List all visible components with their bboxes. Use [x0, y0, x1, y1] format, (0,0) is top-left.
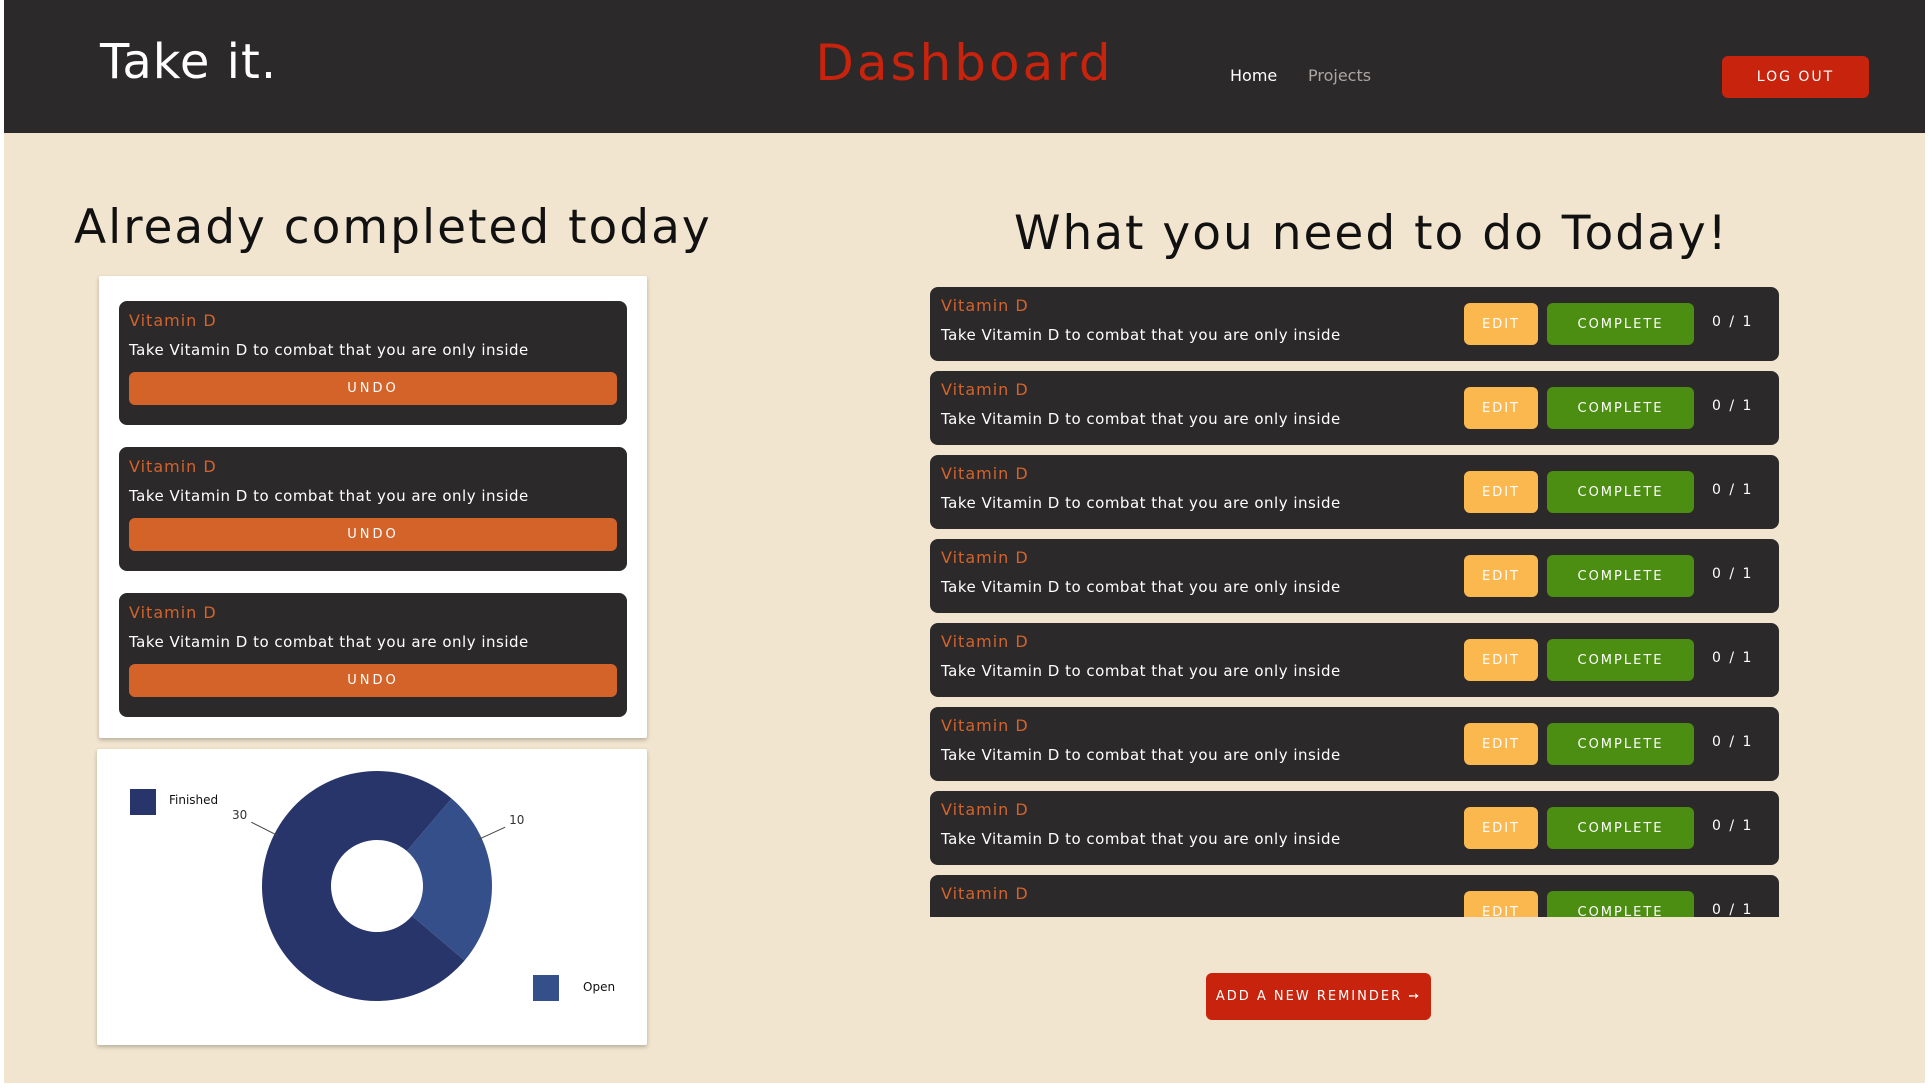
legend-swatch-finished	[130, 789, 156, 815]
reminder-row: Vitamin D Take Vitamin D to combat that …	[930, 287, 1779, 361]
complete-button[interactable]: COMPLETE	[1547, 639, 1694, 681]
reminder-description: Take Vitamin D to combat that you are on…	[941, 494, 1341, 512]
reminder-description: Take Vitamin D to combat that you are on…	[941, 746, 1341, 764]
reminder-progress: 0 / 1	[1712, 482, 1754, 498]
reminder-title: Vitamin D	[941, 884, 1029, 903]
reminder-progress: 0 / 1	[1712, 818, 1754, 834]
edit-button[interactable]: EDIT	[1464, 639, 1538, 681]
legend-label-open: Open	[583, 980, 615, 994]
legend-swatch-open	[533, 975, 559, 1001]
page-title: Dashboard	[815, 34, 1114, 92]
reminder-title: Vitamin D	[941, 716, 1029, 735]
reminder-description: Take Vitamin D to combat that you are on…	[941, 662, 1341, 680]
edit-button[interactable]: EDIT	[1464, 807, 1538, 849]
reminder-title: Vitamin D	[941, 548, 1029, 567]
undo-button[interactable]: UNDO	[129, 664, 617, 697]
reminder-description: Take Vitamin D to combat that you are on…	[941, 578, 1341, 596]
reminder-row: Vitamin D Take Vitamin D to combat that …	[930, 707, 1779, 781]
completed-card-title: Vitamin D	[129, 311, 217, 330]
completed-card: Vitamin D Take Vitamin D to combat that …	[119, 301, 627, 425]
completed-card-description: Take Vitamin D to combat that you are on…	[129, 487, 529, 505]
logout-button[interactable]: LOG OUT	[1722, 56, 1869, 98]
reminder-row: Vitamin D Take Vitamin D to combat that …	[930, 455, 1779, 529]
completed-heading: Already completed today	[74, 200, 712, 255]
reminder-title: Vitamin D	[941, 380, 1029, 399]
data-label-leader	[251, 821, 279, 837]
donut-chart: 10 30 Finished Open	[130, 771, 615, 1001]
completed-card-title: Vitamin D	[129, 603, 217, 622]
completed-card-description: Take Vitamin D to combat that you are on…	[129, 341, 529, 359]
reminder-list[interactable]: Vitamin D Take Vitamin D to combat that …	[930, 287, 1780, 917]
completed-card-description: Take Vitamin D to combat that you are on…	[129, 633, 529, 651]
edit-button[interactable]: EDIT	[1464, 891, 1538, 917]
complete-button[interactable]: COMPLETE	[1547, 303, 1694, 345]
reminder-progress: 0 / 1	[1712, 902, 1754, 917]
edit-button[interactable]: EDIT	[1464, 555, 1538, 597]
nav-link-projects[interactable]: Projects	[1308, 66, 1371, 85]
edit-button[interactable]: EDIT	[1464, 303, 1538, 345]
data-label-leader	[477, 826, 506, 841]
edit-button[interactable]: EDIT	[1464, 471, 1538, 513]
legend-label-finished: Finished	[169, 793, 218, 807]
reminder-description: Take Vitamin D to combat that you are on…	[941, 326, 1341, 344]
completed-card: Vitamin D Take Vitamin D to combat that …	[119, 593, 627, 717]
reminder-row: Vitamin D Take Vitamin D to combat that …	[930, 791, 1779, 865]
complete-button[interactable]: COMPLETE	[1547, 723, 1694, 765]
completed-card: Vitamin D Take Vitamin D to combat that …	[119, 447, 627, 571]
completed-panel: Vitamin D Take Vitamin D to combat that …	[99, 276, 647, 738]
reminder-row: Vitamin D Take Vitamin D to combat that …	[930, 623, 1779, 697]
reminder-progress: 0 / 1	[1712, 734, 1754, 750]
undo-button[interactable]: UNDO	[129, 518, 617, 551]
complete-button[interactable]: COMPLETE	[1547, 387, 1694, 429]
reminder-title: Vitamin D	[941, 296, 1029, 315]
complete-button[interactable]: COMPLETE	[1547, 807, 1694, 849]
reminder-progress: 0 / 1	[1712, 650, 1754, 666]
reminder-progress: 0 / 1	[1712, 398, 1754, 414]
add-reminder-button[interactable]: ADD A NEW REMINDER ➙	[1206, 973, 1431, 1020]
top-navbar: Take it. Dashboard Home Projects LOG OUT	[4, 0, 1925, 133]
complete-button[interactable]: COMPLETE	[1547, 555, 1694, 597]
todo-heading: What you need to do Today!	[1014, 206, 1729, 261]
reminder-progress: 0 / 1	[1712, 314, 1754, 330]
nav-link-home[interactable]: Home	[1230, 66, 1277, 85]
edit-button[interactable]: EDIT	[1464, 387, 1538, 429]
data-label-open: 10	[509, 813, 524, 827]
reminder-row: Vitamin D Take Vitamin D to combat that …	[930, 371, 1779, 445]
reminder-row: Vitamin D EDIT COMPLETE 0 / 1	[930, 875, 1779, 917]
data-label-finished: 30	[232, 808, 247, 822]
reminder-title: Vitamin D	[941, 464, 1029, 483]
reminder-row: Vitamin D Take Vitamin D to combat that …	[930, 539, 1779, 613]
complete-button[interactable]: COMPLETE	[1547, 471, 1694, 513]
reminder-title: Vitamin D	[941, 632, 1029, 651]
edit-button[interactable]: EDIT	[1464, 723, 1538, 765]
reminder-progress: 0 / 1	[1712, 566, 1754, 582]
progress-chart-panel: 10 30 Finished Open	[97, 749, 647, 1045]
app-frame: Take it. Dashboard Home Projects LOG OUT…	[4, 0, 1925, 1083]
undo-button[interactable]: UNDO	[129, 372, 617, 405]
reminder-title: Vitamin D	[941, 800, 1029, 819]
complete-button[interactable]: COMPLETE	[1547, 891, 1694, 917]
completed-card-title: Vitamin D	[129, 457, 217, 476]
reminder-description: Take Vitamin D to combat that you are on…	[941, 410, 1341, 428]
reminder-description: Take Vitamin D to combat that you are on…	[941, 830, 1341, 848]
